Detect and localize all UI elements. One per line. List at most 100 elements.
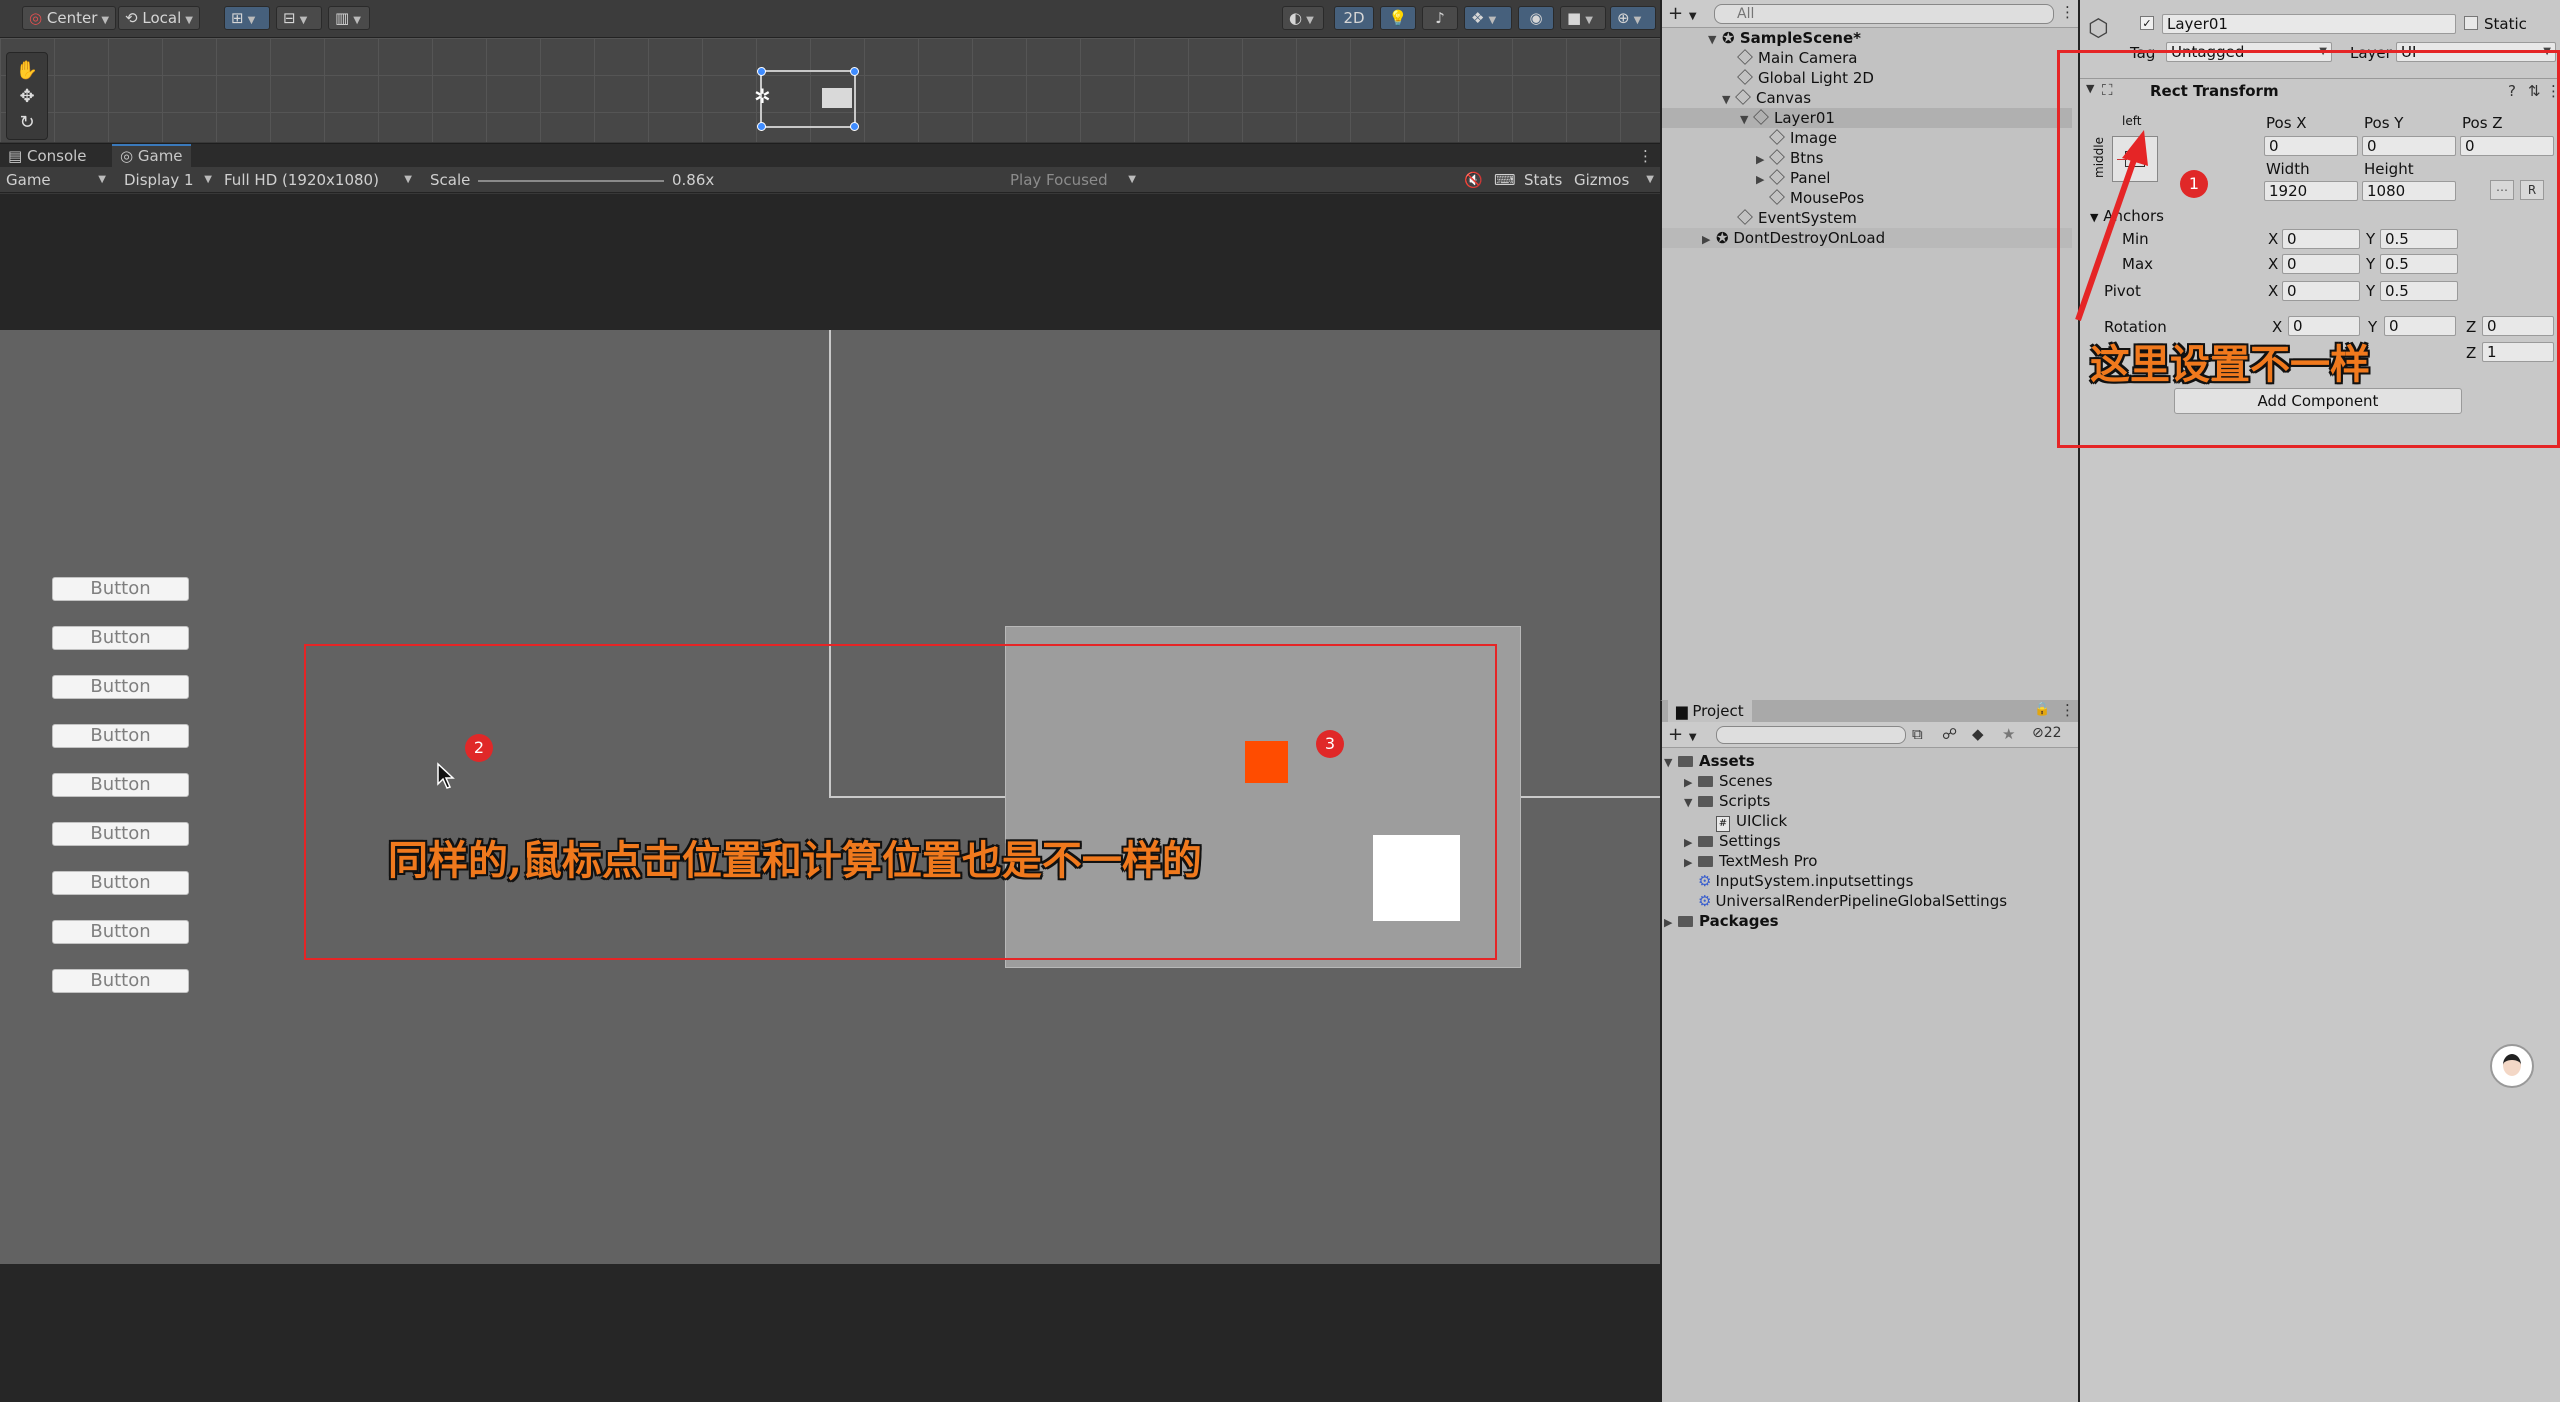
rotation-icon: ⟲ [125,9,138,27]
effects-toggle[interactable]: ❖ ▼ [1464,6,1512,30]
tab-game[interactable]: ◎ Game [112,144,191,168]
game-button[interactable]: Button [52,871,189,895]
toggle-2d-button[interactable]: 2D [1334,6,1374,30]
annotation-badge-2: 2 [465,734,493,762]
gameobject-icon [1735,89,1751,105]
pivot-mode-dropdown[interactable]: ◎ Center ▼ [22,6,117,30]
canvas-rect-gizmo[interactable]: ✲ [754,67,859,131]
hierarchy-item[interactable]: ▶ ✪ DontDestroyOnLoad [1662,228,2072,248]
camera-settings-button[interactable]: ■ ▼ [1560,6,1606,30]
grid-icon: ⊞ [231,9,244,27]
resolution-dropdown[interactable]: Full HD (1920x1080) ▼ [220,169,416,191]
create-asset-button[interactable]: + ▼ [1668,724,1697,745]
game-button[interactable]: Button [52,626,189,650]
filter-label-icon[interactable]: ◆ [1972,725,1984,743]
project-item[interactable]: ▼ Scripts [1684,791,1770,811]
gizmos-toggle[interactable]: ⊕ ▼ [1610,6,1656,30]
project-menu-icon[interactable]: ⋮ [2060,701,2075,719]
hidden-count[interactable]: ⊘22 [2032,725,2062,741]
folder-icon [1698,856,1713,867]
tab-console[interactable]: ▤ Console [0,144,95,168]
rect-handle[interactable] [757,67,766,76]
display-dropdown[interactable]: Display 1 ▼ [120,169,216,191]
rotate-tool-icon[interactable]: ↻ [15,111,39,135]
hierarchy-item[interactable]: MousePos [1769,188,1864,208]
gameobject-icon [1769,169,1785,185]
scale-slider[interactable] [478,180,664,182]
project-item[interactable]: ▼ Assets [1664,751,1755,771]
grid-snap-button[interactable]: ⊞ ▼ [224,6,270,30]
gameobject-icon [1737,209,1753,225]
project-item[interactable]: ⚙ InputSystem.inputsettings [1698,871,1913,891]
game-button[interactable]: Button [52,969,189,993]
snap-increment-button[interactable]: ⊟ ▼ [276,6,322,30]
stats-button[interactable]: Stats [1520,169,1566,191]
gameobject-icon [1769,149,1785,165]
search-by-type-icon[interactable]: ⧉ [1912,725,1923,743]
settings-asset-icon: ⚙ [1698,892,1712,910]
game-button[interactable]: Button [52,577,189,601]
favorite-icon[interactable]: ★ [2002,725,2015,743]
scene-tools-overlay: ✋ ✥ ↻ [6,52,48,140]
gameobject-icon [1737,49,1753,65]
hand-tool-icon[interactable]: ✋ [15,59,39,83]
game-button[interactable]: Button [52,724,189,748]
hierarchy-menu-icon[interactable]: ⋮ [2060,3,2075,21]
project-item[interactable]: ▶ Packages [1664,911,1779,931]
active-checkbox[interactable]: ✓ [2140,16,2154,30]
mute-audio-icon[interactable]: 🔇 [1460,169,1487,191]
static-label: Static [2484,15,2527,33]
game-view-dropdown[interactable]: Game ▼ [2,169,110,191]
annotation-badge-3: 3 [1316,730,1344,758]
project-item[interactable]: ⚙ UniversalRenderPipelineGlobalSettings [1698,891,2007,911]
user-avatar[interactable] [2490,1044,2534,1088]
filter-type-icon[interactable]: ☍ [1942,725,1957,743]
scale-label: Scale [430,171,471,189]
console-icon: ▤ [8,147,23,165]
hierarchy-item[interactable]: Main Camera [1737,48,1857,68]
object-name-field[interactable]: Layer01 [2162,14,2456,34]
game-button[interactable]: Button [52,675,189,699]
hierarchy-item[interactable]: ▼ ✪ SampleScene* [1708,28,1861,48]
pivot-rotation-dropdown[interactable]: ⟲ Local ▼ [118,6,200,30]
rect-handle[interactable] [850,67,859,76]
lighting-toggle[interactable]: 💡 [1380,6,1416,30]
project-item[interactable]: ▶ Settings [1684,831,1781,851]
hierarchy-item[interactable]: Image [1769,128,1837,148]
static-checkbox[interactable] [2464,16,2478,30]
ruler-button[interactable]: ▥ ▼ [328,6,370,30]
play-mode-dropdown[interactable]: Play Focused ▼ [1006,169,1140,191]
visibility-toggle[interactable]: ◉ [1518,6,1554,30]
add-object-button[interactable]: + ▼ [1668,3,1697,24]
tab-menu-icon[interactable]: ⋮ [1630,144,1661,168]
hierarchy-item-selected[interactable]: ▼ Layer01 [1662,108,2072,128]
sphere-icon: ◐ [1289,9,1303,27]
hierarchy-search-input[interactable] [1714,4,2054,24]
shading-mode-button[interactable]: ◐ ▼ [1282,6,1324,30]
project-item[interactable]: ▶ Scenes [1684,771,1773,791]
project-item[interactable]: ▶ TextMesh Pro [1684,851,1817,871]
move-tool-icon[interactable]: ✥ [15,85,39,109]
hierarchy-item[interactable]: ▶ Btns [1756,148,1824,168]
keyboard-icon[interactable]: ⌨ [1490,169,1520,191]
rect-handle[interactable] [757,122,766,131]
pivot-icon: ◎ [29,9,43,27]
hierarchy-item[interactable]: ▼ Canvas [1722,88,1811,108]
lock-icon[interactable]: 🔒 [2034,702,2050,717]
scale-value: 0.86x [672,171,715,189]
csharp-script-icon: # [1716,816,1730,832]
rect-handle[interactable] [850,122,859,131]
hierarchy-item[interactable]: EventSystem [1737,208,1857,228]
game-button[interactable]: Button [52,920,189,944]
snap-icon: ⊟ [283,9,296,27]
project-search-input[interactable] [1716,726,1906,744]
game-button[interactable]: Button [52,822,189,846]
hierarchy-item[interactable]: Global Light 2D [1737,68,1874,88]
gizmos-dropdown[interactable]: Gizmos ▼ [1570,169,1656,191]
gameobject-icon [1753,109,1769,125]
tab-project[interactable]: ▆ Project [1668,700,1752,722]
game-button[interactable]: Button [52,773,189,797]
project-item[interactable]: # UIClick [1716,811,1787,832]
audio-toggle[interactable]: ♪ [1422,6,1458,30]
hierarchy-item[interactable]: ▶ Panel [1756,168,1830,188]
